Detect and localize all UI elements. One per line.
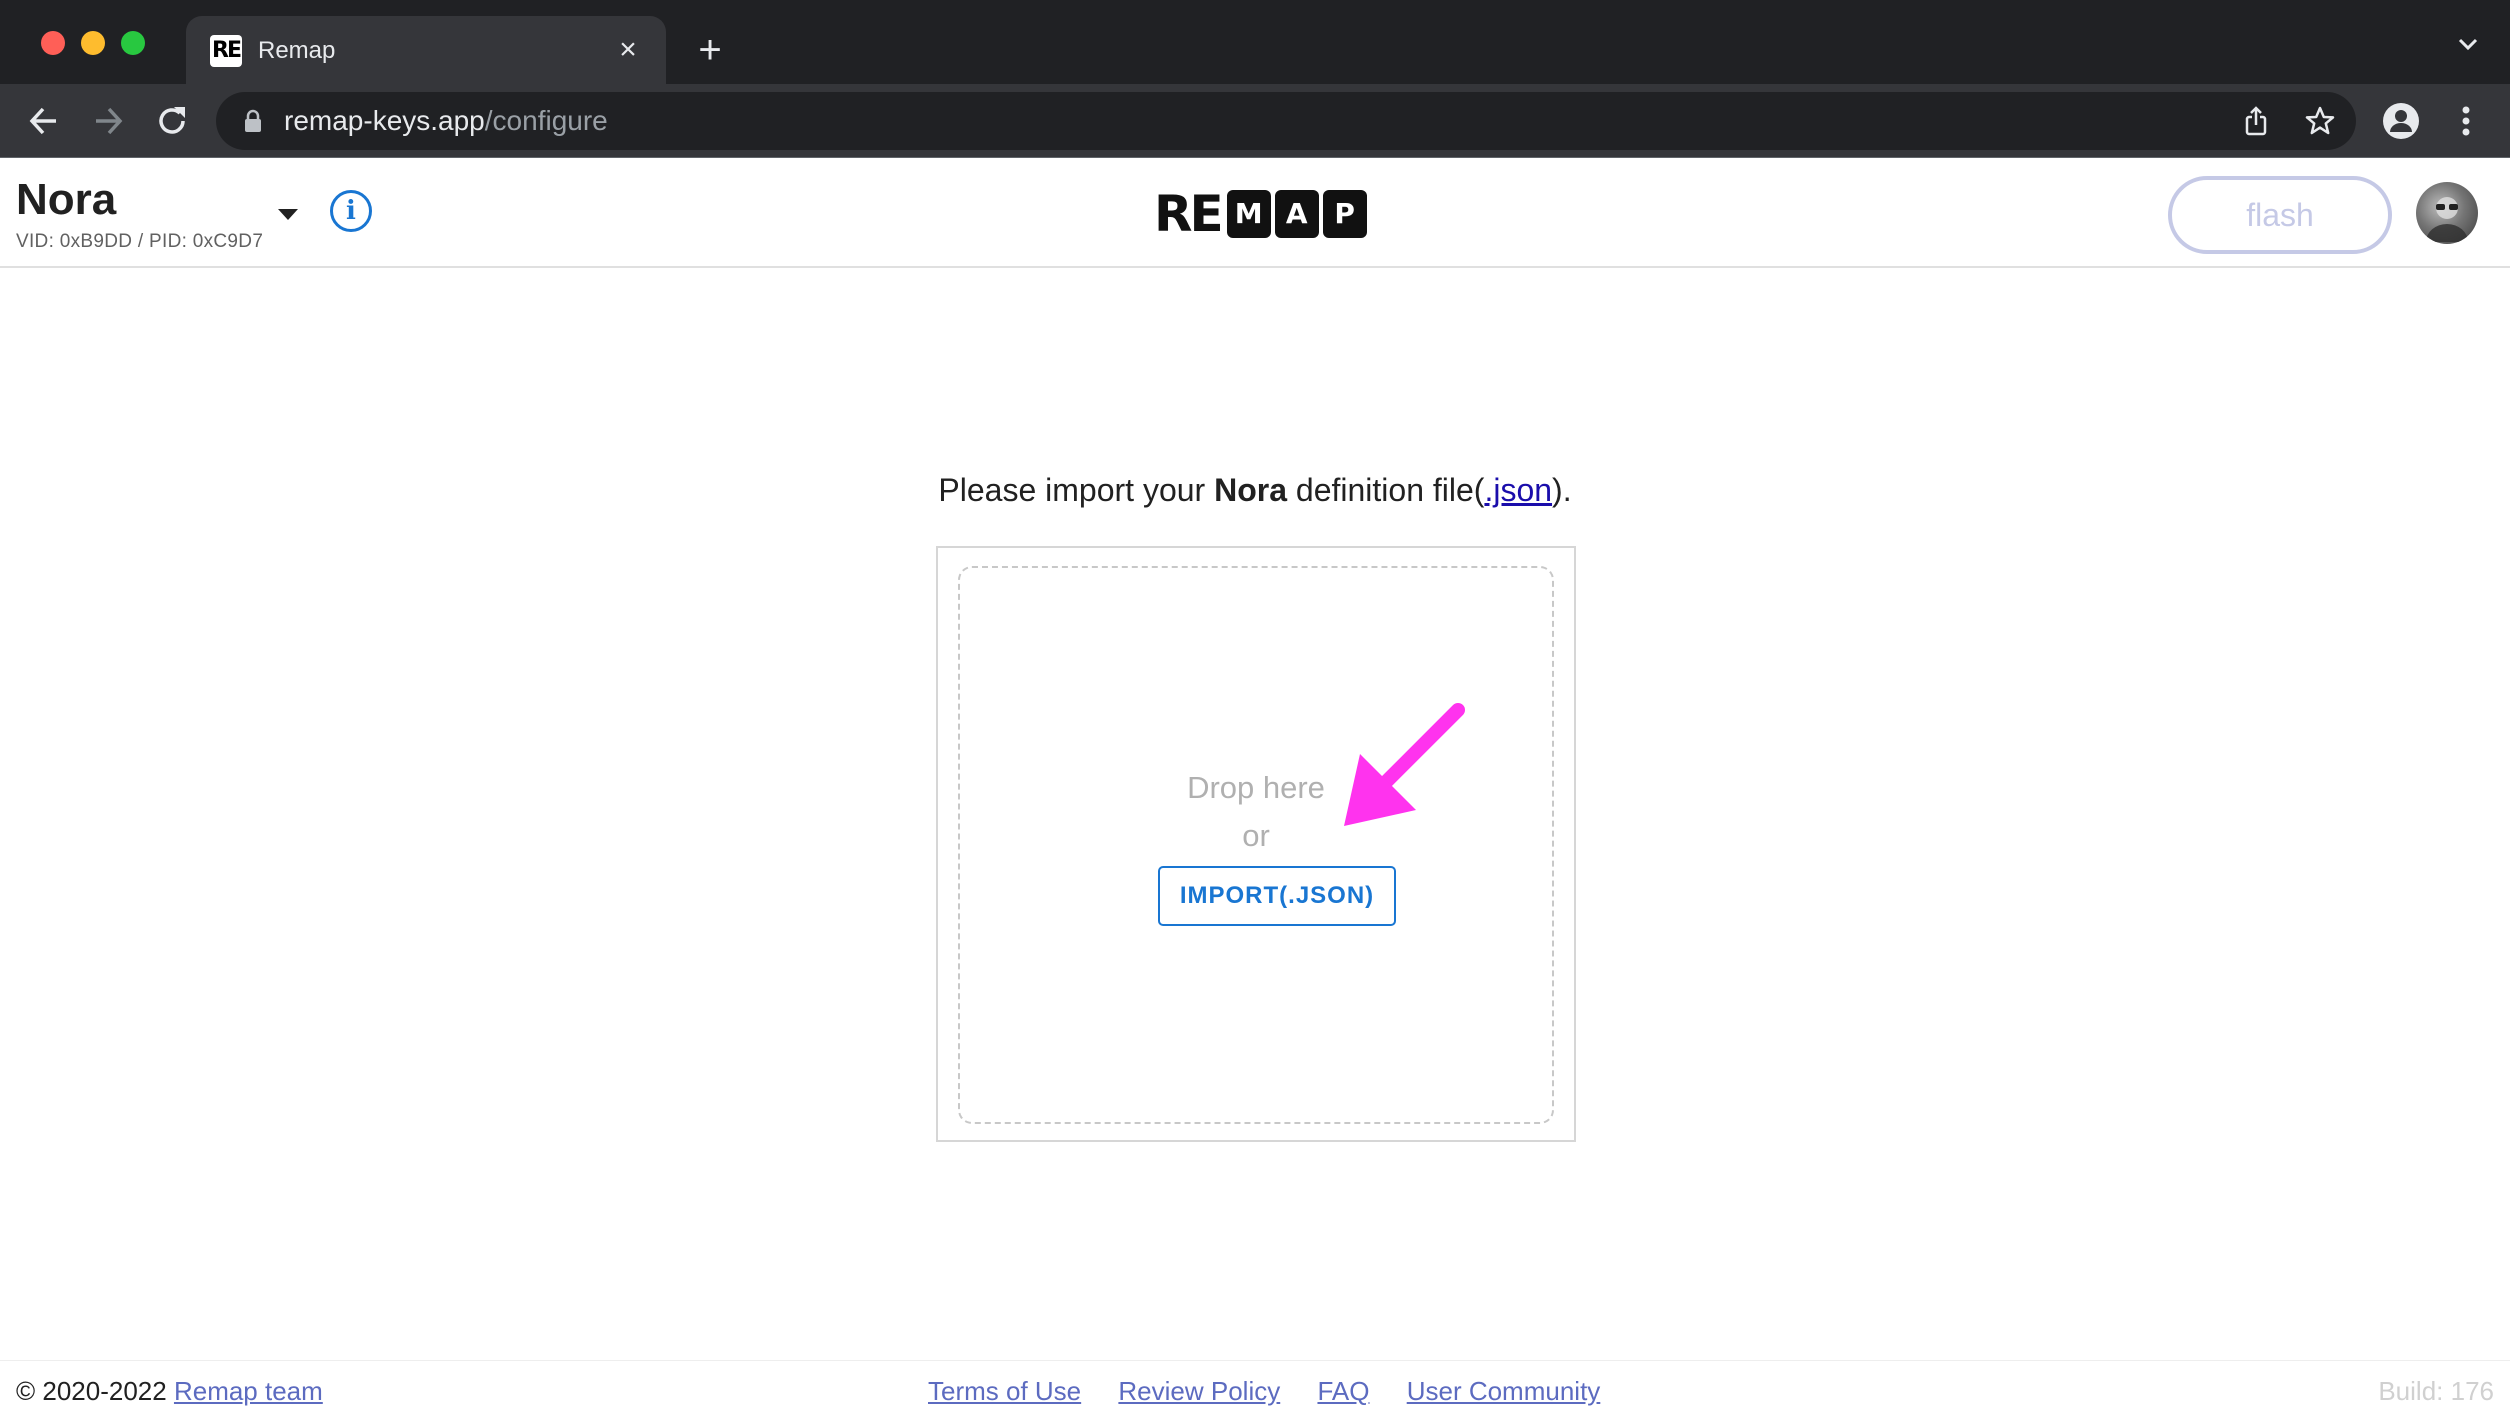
build-number: Build: 176 bbox=[2378, 1376, 2494, 1406]
keyboard-dropdown-icon[interactable] bbox=[276, 206, 300, 222]
copyright-text: © 2020-2022 bbox=[16, 1376, 174, 1406]
tab-title: Remap bbox=[258, 37, 336, 64]
share-icon[interactable] bbox=[2240, 105, 2272, 137]
json-link[interactable]: .json bbox=[1484, 472, 1552, 508]
forward-arrow-icon[interactable] bbox=[88, 101, 128, 141]
prompt-keyboard-name: Nora bbox=[1214, 472, 1287, 508]
copyright: © 2020-2022 Remap team bbox=[16, 1375, 323, 1407]
avatar-photo-icon bbox=[2426, 197, 2468, 242]
flash-button[interactable]: flash bbox=[2168, 176, 2392, 254]
prompt-after: ). bbox=[1552, 472, 1572, 508]
browser-titlebar: RE Remap × + bbox=[0, 0, 2510, 84]
profile-icon[interactable] bbox=[2381, 101, 2421, 141]
import-json-button[interactable]: IMPORT(.JSON) bbox=[1158, 866, 1396, 926]
lock-icon[interactable] bbox=[244, 109, 262, 133]
address-bar[interactable]: remap-keys.app/configure bbox=[216, 92, 2356, 150]
keyboard-name: Nora bbox=[16, 175, 117, 224]
logo-key-m: M bbox=[1226, 190, 1271, 238]
url-text[interactable]: remap-keys.app/configure bbox=[284, 104, 608, 138]
logo-prefix: RE bbox=[1154, 185, 1224, 243]
back-arrow-icon[interactable] bbox=[24, 101, 64, 141]
footer: © 2020-2022 Remap team Terms of Use Revi… bbox=[0, 1360, 2510, 1416]
user-avatar[interactable] bbox=[2416, 182, 2478, 244]
drop-area-dashed[interactable]: Drop here or IMPORT(.JSON) bbox=[958, 566, 1554, 1124]
url-host: remap-keys.app bbox=[284, 105, 485, 136]
logo-key-a: A bbox=[1274, 190, 1319, 238]
faq-link[interactable]: FAQ bbox=[1317, 1376, 1369, 1406]
minimize-window-button[interactable] bbox=[81, 31, 105, 55]
maximize-window-button[interactable] bbox=[121, 31, 145, 55]
review-policy-link[interactable]: Review Policy bbox=[1118, 1376, 1280, 1406]
tab-search-chevron-icon[interactable] bbox=[2456, 36, 2480, 52]
new-tab-icon[interactable]: + bbox=[690, 30, 730, 70]
reload-icon[interactable] bbox=[152, 101, 192, 141]
prompt-before: Please import your bbox=[938, 472, 1215, 508]
tab-close-icon[interactable]: × bbox=[612, 34, 644, 66]
browser-toolbar: remap-keys.app/configure bbox=[0, 84, 2510, 158]
prompt-middle: definition file( bbox=[1287, 472, 1485, 508]
keyboard-vid-pid: VID: 0xB9DD / PID: 0xC9D7 bbox=[16, 231, 264, 252]
url-path: /configure bbox=[484, 105, 608, 136]
logo-key-p: P bbox=[1322, 190, 1367, 238]
bookmark-star-icon[interactable] bbox=[2304, 105, 2336, 137]
browser-menu-icon[interactable] bbox=[2446, 101, 2486, 141]
remap-team-link[interactable]: Remap team bbox=[174, 1376, 323, 1406]
browser-tab[interactable]: RE Remap × bbox=[186, 16, 666, 84]
import-instruction: Please import your Nora definition file(… bbox=[0, 468, 2510, 512]
terms-of-use-link[interactable]: Terms of Use bbox=[928, 1376, 1081, 1406]
annotation-arrow-icon bbox=[1344, 703, 1465, 826]
footer-links: Terms of Use Review Policy FAQ User Comm… bbox=[928, 1375, 1630, 1407]
definition-drop-zone[interactable]: Drop here or IMPORT(.JSON) bbox=[936, 546, 1576, 1142]
app-header: Nora VID: 0xB9DD / PID: 0xC9D7 i RE M A … bbox=[0, 158, 2510, 268]
remap-logo: RE M A P bbox=[1154, 188, 1371, 240]
remap-favicon-icon: RE bbox=[210, 35, 242, 67]
user-community-link[interactable]: User Community bbox=[1407, 1376, 1601, 1406]
info-icon[interactable]: i bbox=[330, 190, 372, 232]
close-window-button[interactable] bbox=[41, 31, 65, 55]
